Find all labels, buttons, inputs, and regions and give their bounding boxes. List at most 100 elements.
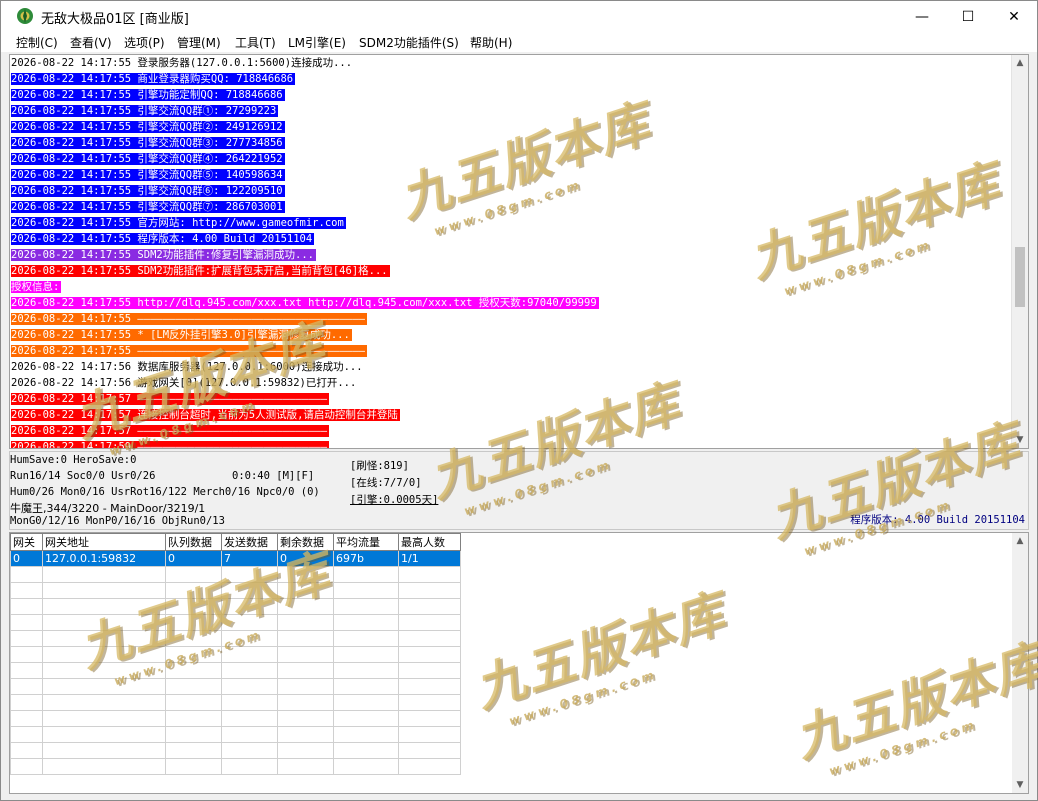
table-row[interactable] xyxy=(10,710,461,727)
menu-control[interactable]: 控制(C) xyxy=(16,34,58,51)
grid-scrollbar[interactable]: ▲ ▼ xyxy=(1012,533,1028,793)
grid-scroll-down-icon[interactable]: ▼ xyxy=(1012,777,1028,793)
grid-cell xyxy=(333,630,399,647)
grid-cell xyxy=(165,630,222,647)
table-row[interactable] xyxy=(10,646,461,663)
gateway-grid[interactable]: 网关 网关地址 队列数据 发送数据 剩余数据 平均流量 最高人数 0 127.0.0.1:59… xyxy=(9,532,1029,794)
menu-view[interactable]: 查看(V) xyxy=(70,34,112,51)
grid-cell xyxy=(221,662,278,679)
log-line-text: 2026-08-22 14:17:55 * [LM反外挂引擎3.0]引擎漏洞修复… xyxy=(11,329,352,341)
table-row[interactable] xyxy=(10,726,461,743)
grid-cell xyxy=(42,662,166,679)
close-button[interactable]: ✕ xyxy=(991,1,1037,32)
menu-options[interactable]: 选项(P) xyxy=(124,34,165,51)
table-row[interactable] xyxy=(10,694,461,711)
grid-header[interactable]: 发送数据 xyxy=(221,533,278,551)
grid-header[interactable]: 网关 xyxy=(10,533,43,551)
log-panel[interactable]: 2026-08-22 14:17:55 登录服务器(127.0.0.1:5600… xyxy=(9,54,1029,449)
grid-header[interactable]: 网关地址 xyxy=(42,533,166,551)
grid-cell xyxy=(333,726,399,743)
grid-cell xyxy=(277,726,334,743)
grid-cell xyxy=(10,710,43,727)
grid-cell xyxy=(10,646,43,663)
grid-cell xyxy=(42,758,166,775)
menu-help[interactable]: 帮助(H) xyxy=(470,34,512,51)
log-line-text: 2026-08-22 14:17:56 数据库服务器(127.0.0.1:600… xyxy=(11,361,365,373)
grid-cell xyxy=(10,614,43,631)
grid-header[interactable]: 最高人数 xyxy=(398,533,461,551)
log-line: 2026-08-22 14:17:55 引擎交流QQ群①: 27299223 xyxy=(11,103,1012,119)
grid-cell xyxy=(277,710,334,727)
grid-cell xyxy=(42,614,166,631)
grid-cell xyxy=(165,678,222,695)
menu-manage[interactable]: 管理(M) xyxy=(177,34,221,51)
table-row[interactable] xyxy=(10,758,461,775)
grid-header[interactable]: 队列数据 xyxy=(165,533,222,551)
status-boss: 牛魔王,344/3220 - MainDoor/3219/1 xyxy=(10,502,206,515)
grid-cell xyxy=(333,742,399,759)
log-line: 2026-08-22 14:17:55 引擎交流QQ群④: 264221952 xyxy=(11,151,1012,167)
grid-cell xyxy=(333,598,399,615)
grid-cell xyxy=(42,742,166,759)
log-line-text: 2026-08-22 14:17:57 ————————————————————… xyxy=(11,425,330,437)
grid-cell: 127.0.0.1:59832 xyxy=(42,550,166,567)
menu-sdm2-plugin[interactable]: SDM2功能插件(S) xyxy=(359,34,459,51)
grid-cell xyxy=(277,694,334,711)
grid-cell: 0 xyxy=(165,550,222,567)
table-row[interactable]: 0 127.0.0.1:59832 0 7 0 697b 1/1 xyxy=(10,550,461,567)
status-monsters: MonG0/12/16 MonP0/16/16 ObjRun0/13 xyxy=(10,515,225,527)
grid-cell: 0 xyxy=(277,550,334,567)
log-line-text: 2026-08-22 14:17:55 引擎交流QQ群⑤: 140598634 xyxy=(11,169,285,181)
log-line-text: 2026-08-22 14:17:55 引擎交流QQ群②: 249126912 xyxy=(11,121,285,133)
log-line-text: 2026-08-22 14:17:55 引擎交流QQ群⑥: 122209510 xyxy=(11,185,285,197)
minimize-icon: — xyxy=(915,8,929,25)
minimize-button[interactable]: — xyxy=(899,1,945,32)
title-bar[interactable]: 无敌大极品01区 [商业版] — ☐ ✕ xyxy=(1,1,1037,32)
scroll-thumb[interactable] xyxy=(1015,247,1025,307)
table-row[interactable] xyxy=(10,630,461,647)
grid-cell xyxy=(398,598,461,615)
log-line-text: 2026-08-22 14:17:57 ————————————————————… xyxy=(11,393,330,405)
grid-cell xyxy=(333,646,399,663)
status-engine: [引擎:0.0005天] xyxy=(350,494,439,506)
grid-scroll-up-icon[interactable]: ▲ xyxy=(1012,533,1028,549)
log-line: 2026-08-22 14:17:55 引擎交流QQ群②: 249126912 xyxy=(11,119,1012,135)
scroll-up-icon[interactable]: ▲ xyxy=(1012,55,1028,71)
log-line: 2026-08-22 14:17:55 http://dlq.945.com/x… xyxy=(11,295,1012,311)
menu-tools[interactable]: 工具(T) xyxy=(235,34,276,51)
log-line: 2026-08-22 14:17:55 SDM2功能插件:扩展背包未开启,当前背… xyxy=(11,263,1012,279)
scroll-down-icon[interactable]: ▼ xyxy=(1012,432,1028,448)
grid-cell xyxy=(277,742,334,759)
log-scrollbar[interactable]: ▲ ▼ xyxy=(1011,55,1028,448)
grid-cell xyxy=(42,646,166,663)
grid-header[interactable]: 平均流量 xyxy=(333,533,399,551)
table-row[interactable] xyxy=(10,582,461,599)
table-row[interactable] xyxy=(10,742,461,759)
grid-cell xyxy=(221,582,278,599)
maximize-icon: ☐ xyxy=(961,8,975,25)
grid-cell xyxy=(165,598,222,615)
maximize-button[interactable]: ☐ xyxy=(945,1,991,32)
log-line: 2026-08-22 14:17:55 引擎交流QQ群⑥: 122209510 xyxy=(11,183,1012,199)
grid-cell xyxy=(333,614,399,631)
grid-header[interactable]: 剩余数据 xyxy=(277,533,334,551)
table-row[interactable] xyxy=(10,566,461,583)
grid-cell xyxy=(221,614,278,631)
grid-cell xyxy=(333,678,399,695)
table-row[interactable] xyxy=(10,678,461,695)
table-row[interactable] xyxy=(10,662,461,679)
grid-cell xyxy=(398,582,461,599)
grid-cell xyxy=(165,566,222,583)
table-row[interactable] xyxy=(10,598,461,615)
grid-cell xyxy=(10,678,43,695)
grid-cell xyxy=(277,678,334,695)
window-title: 无敌大极品01区 [商业版] xyxy=(41,12,189,27)
grid-cell xyxy=(277,758,334,775)
grid-cell xyxy=(42,630,166,647)
table-row[interactable] xyxy=(10,614,461,631)
menu-lm-engine[interactable]: LM引擎(E) xyxy=(288,34,346,51)
grid-cell xyxy=(165,614,222,631)
log-line-text: 2026-08-22 14:17:55 ————————————————————… xyxy=(11,313,368,325)
grid-cell xyxy=(398,662,461,679)
log-line-text: 2026-08-22 14:17:56 游戏网关[0](127.0.0.1:59… xyxy=(11,377,359,389)
